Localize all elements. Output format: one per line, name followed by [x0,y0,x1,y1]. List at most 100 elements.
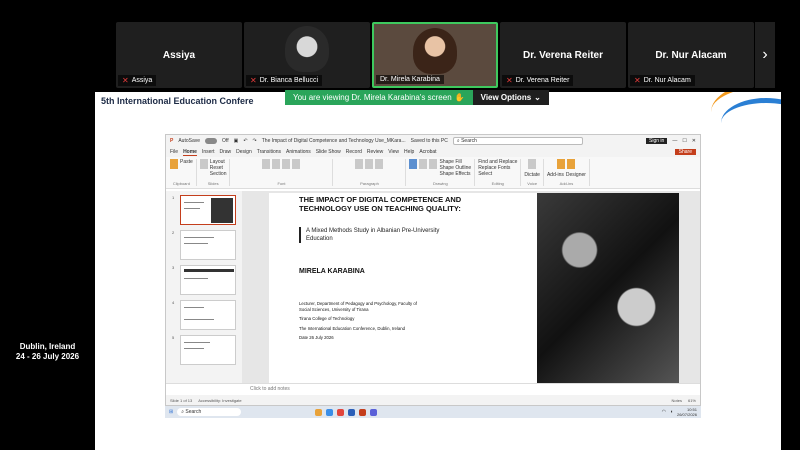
powerpoint-icon[interactable] [359,408,367,416]
notes-pane[interactable]: Click to add notes [166,383,700,395]
bullets-icon[interactable] [375,159,384,169]
maximize-icon[interactable]: ☐ [682,138,686,144]
autosave-toggle[interactable] [205,138,218,144]
underline-icon[interactable] [282,159,291,169]
participant-tile[interactable]: Dr. Verena Reiter ✕ Dr. Verena Reiter [500,22,626,88]
thumb-preview [180,230,236,260]
affiliation-1: Lecturer, Department of Pedagogy and Psy… [299,301,417,312]
taskbar-search[interactable]: ⌕ Search [177,408,242,416]
paste-button[interactable]: Paste [180,159,193,169]
select-button[interactable]: Select [478,171,517,177]
arrange-icon[interactable] [419,159,428,169]
view-options-button[interactable]: View Options ⌄ [472,90,549,105]
undo-icon[interactable]: ↶ [243,138,247,144]
accessibility-status[interactable]: Accessibility: Investigate [198,398,241,403]
tab-animations[interactable]: Animations [286,149,311,155]
addins-icon[interactable] [557,159,566,169]
ribbon-group-drawing: Shape Fill Shape Outline Shape Effects D… [409,159,476,186]
new-slide-icon[interactable] [199,159,208,169]
signin-button[interactable]: Sign in [646,138,668,144]
participant-tile[interactable]: ✕ Dr. Bianca Bellucci [244,22,370,88]
file-explorer-icon[interactable] [315,408,323,416]
word-icon[interactable] [348,408,356,416]
participant-tile-active-speaker[interactable]: Dr. Mirela Karabina [372,22,498,88]
dictate-button[interactable]: Dictate [524,172,540,178]
ribbon-group-font: Font [233,159,334,186]
redo-icon[interactable]: ↷ [253,138,257,144]
search-input[interactable]: ⌕ Search [452,137,583,145]
tab-design[interactable]: Design [236,149,252,155]
tab-draw[interactable]: Draw [219,149,231,155]
font-color-icon[interactable] [292,159,301,169]
align-left-icon[interactable] [355,159,364,169]
designer-icon[interactable] [567,159,576,169]
start-icon[interactable]: ⊞ [169,409,173,415]
tab-transitions[interactable]: Transitions [257,149,281,155]
search-placeholder: Search [461,138,477,144]
save-state: Saved to this PC [410,138,448,144]
share-button[interactable]: Share [674,149,696,155]
participant-tag: ✕ Dr. Nur Alacam [630,75,695,86]
chrome-icon[interactable] [337,408,345,416]
tab-acrobat[interactable]: Acrobat [419,149,436,155]
clock-date: 26/07/2026 [676,412,697,417]
editor-body: 1 2 3 4 5 THE IMPACT OF DIGITAL COMPETEN… [166,191,700,385]
taskbar-search-placeholder: Search [185,409,202,415]
teams-icon[interactable] [370,408,378,416]
participant-tag: ✕ Dr. Bianca Bellucci [246,75,323,86]
designer-button[interactable]: Designer [566,172,586,178]
notes-toggle[interactable]: Notes [672,398,682,403]
current-slide[interactable]: THE IMPACT OF DIGITAL COMPETENCE AND TEC… [269,193,679,383]
shapes-icon[interactable] [409,159,418,169]
addins-button[interactable]: Add-ins [547,172,564,178]
conference-footer: Dublin, Ireland 24 - 26 July 2026 [0,342,95,362]
save-icon[interactable]: ▣ [234,138,239,144]
tab-view[interactable]: View [388,149,399,155]
quick-styles-icon[interactable] [429,159,438,169]
minimize-icon[interactable]: — [672,138,677,144]
slide-thumbnail[interactable]: 5 [172,335,236,365]
slide-thumbnail[interactable]: 4 [172,300,236,330]
participant-tile[interactable]: Assiya ✕ Assiya [116,22,242,88]
participant-tile[interactable]: Dr. Nur Alacam ✕ Dr. Nur Alacam [628,22,754,88]
italic-icon[interactable] [272,159,281,169]
thumb-preview [180,300,236,330]
slide-thumbnail[interactable]: 3 [172,265,236,295]
section-button[interactable]: Section [210,171,227,177]
close-icon[interactable]: ✕ [692,138,696,144]
edge-icon[interactable] [326,408,334,416]
conference-title: 5th International Education Confere [101,96,254,106]
mic-off-icon: ✕ [122,76,129,85]
thumb-number: 5 [172,335,175,340]
group-label: Font [277,181,286,186]
volume-icon[interactable]: ◖ [670,409,673,415]
tab-slide-show[interactable]: Slide Show [316,149,341,155]
next-participants-button[interactable]: › [755,22,775,88]
tab-home[interactable]: Home [183,149,197,156]
participant-tag-label: Dr. Mirela Karabina [380,76,440,83]
screen-share-banner: You are viewing Dr. Mirela Karabina's sc… [285,90,549,105]
tab-help[interactable]: Help [404,149,414,155]
thumb-number: 2 [172,230,175,235]
participant-tag-label: Assiya [131,77,153,84]
align-center-icon[interactable] [365,159,374,169]
slide-thumbnail[interactable]: 2 [172,230,236,260]
bold-icon[interactable] [262,159,271,169]
tab-record[interactable]: Record [346,149,362,155]
slide-thumbnail[interactable]: 1 [172,195,236,225]
paste-icon[interactable] [170,159,178,169]
zoom-level[interactable]: 61% [688,398,696,403]
dictate-icon[interactable] [528,159,537,169]
view-options-label: View Options [480,93,532,102]
slide-thumbnails: 1 2 3 4 5 [166,191,242,385]
thumb-preview [180,335,236,365]
clock[interactable]: 10:51 26/07/2026 [677,407,697,417]
ribbon-group-paragraph: Paragraph [336,159,407,186]
affiliation-2: Tirana College of Technology [299,316,355,321]
wifi-icon[interactable]: ◠ [662,409,666,415]
shape-effects-button[interactable]: Shape Effects [439,171,471,177]
tab-review[interactable]: Review [367,149,383,155]
tab-file[interactable]: File [170,149,178,155]
tab-insert[interactable]: Insert [202,149,215,155]
windows-taskbar: ⊞ ⌕ Search ◠ ◖ 10:51 26/07/2026 [165,406,701,418]
